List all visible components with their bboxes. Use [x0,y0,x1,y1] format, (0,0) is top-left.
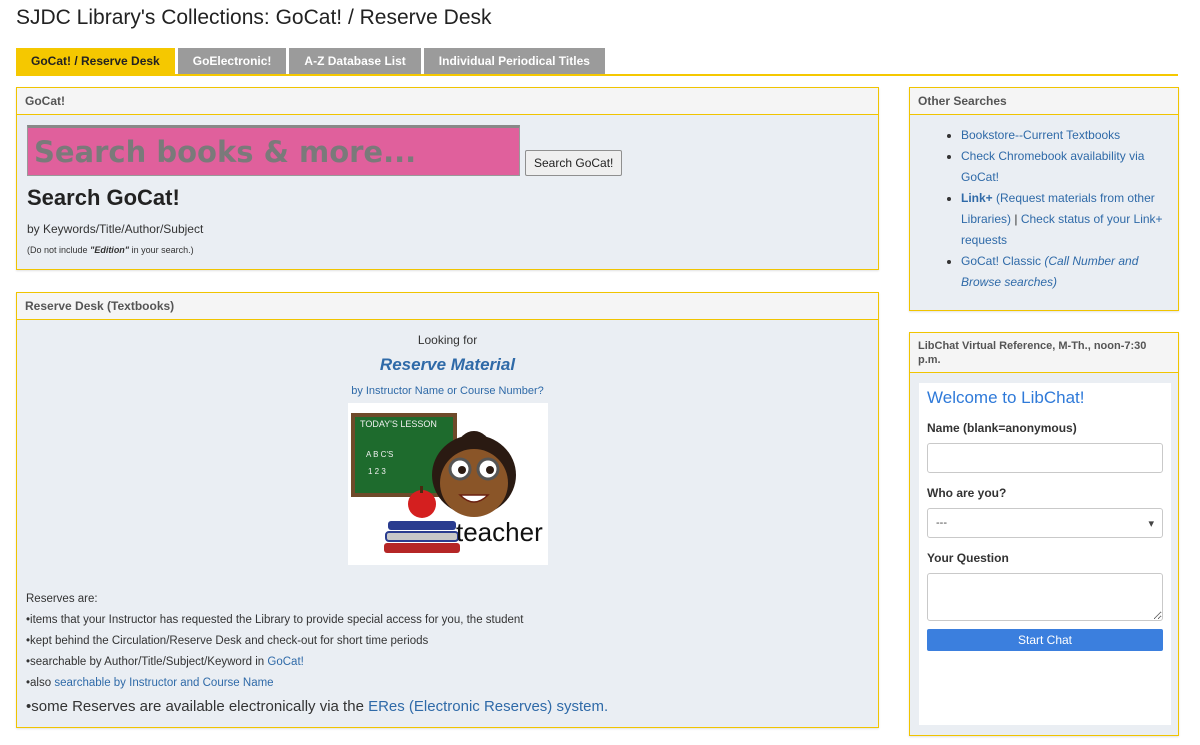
reserves-item-5-text: •some Reserves are available electronica… [26,698,369,715]
reserves-item-3-text: •searchable by Author/Title/Subject/Keyw… [26,656,268,668]
gocat-classic-label: GoCat! Classic [961,254,1045,268]
teacher-image[interactable]: TODAY'S LESSON A B C'S 1 2 3 teacher [348,403,548,565]
teacher-illustration: TODAY'S LESSON A B C'S 1 2 3 teacher [351,413,543,553]
tab-az-database-list[interactable]: A-Z Database List [289,48,421,74]
reserves-intro: Reserves are: [26,593,98,605]
gocat-note-prefix: (Do not include [27,245,91,255]
chalkboard-numbers-text: 1 2 3 [368,467,386,476]
gocat-note-bold: "Edition" [90,245,130,255]
reserves-item-1: •items that your Instructor has requeste… [26,614,524,626]
looking-for-text: Looking for [417,333,478,347]
gocat-subtext: by Keywords/Title/Author/Subject [27,222,204,236]
teacher-eye-right [486,466,494,474]
page-title: SJDC Library's Collections: GoCat! / Res… [16,6,492,29]
reserves-item-3: •searchable by Author/Title/Subject/Keyw… [26,652,608,673]
tab-bar: GoCat! / Reserve Desk GoElectronic! A-Z … [16,48,1178,76]
libchat-panel-title: LibChat Virtual Reference, M-Th., noon-7… [910,333,1178,373]
who-label: Who are you? [927,486,1007,500]
list-item: Check Chromebook availability via GoCat! [961,146,1166,188]
libchat-widget: Welcome to LibChat! Name (blank=anonymou… [919,383,1171,725]
reserve-material-link[interactable]: Reserve Material [17,355,878,375]
gocat-panel-title: GoCat! [17,88,878,115]
reserves-list: Reserves are: •items that your Instructo… [26,589,608,720]
reserve-desk-panel: Reserve Desk (Textbooks) Looking for Res… [16,292,879,728]
who-select[interactable]: --- ▾ [927,508,1163,538]
name-label: Name (blank=anonymous) [927,421,1077,435]
other-searches-list: Bookstore--Current Textbooks Check Chrom… [910,115,1178,293]
question-label: Your Question [927,551,1009,565]
gocat-search-input[interactable] [27,125,520,176]
separator: | [1011,212,1021,226]
tab-gocat-reserve-desk[interactable]: GoCat! / Reserve Desk [16,48,175,74]
libchat-panel: LibChat Virtual Reference, M-Th., noon-7… [909,332,1179,736]
question-field[interactable] [927,573,1163,621]
other-searches-panel: Other Searches Bookstore--Current Textbo… [909,87,1179,311]
teacher-word: teacher [456,517,543,547]
reserves-item-5: •some Reserves are available electronica… [26,694,608,720]
reserves-item-2: •kept behind the Circulation/Reserve Des… [26,635,429,647]
chalkboard-lesson-text: TODAY'S LESSON [360,419,437,429]
gocat-panel: GoCat! Search GoCat! Search GoCat! by Ke… [16,87,879,270]
tab-individual-periodical-titles[interactable]: Individual Periodical Titles [423,48,605,74]
reserves-item-4: •also searchable by Instructor and Cours… [26,673,608,694]
who-select-value: --- [936,517,947,529]
gocat-link[interactable]: GoCat! [267,656,303,668]
gocat-heading: Search GoCat! [27,185,180,210]
gocat-search-row: Search GoCat! [27,125,623,176]
book-1 [388,521,456,530]
libchat-welcome: Welcome to LibChat! [927,388,1085,407]
teacher-eye-left [458,466,466,474]
list-item: Bookstore--Current Textbooks [961,125,1166,146]
book-3 [384,543,460,553]
chalkboard-abc-text: A B C'S [366,450,393,459]
other-searches-title: Other Searches [910,88,1178,115]
linkplus-label: Link+ [961,191,993,205]
search-gocat-button[interactable]: Search GoCat! [525,150,623,176]
apple-stem [420,486,423,493]
teacher-face [440,449,508,517]
book-2 [385,531,459,542]
start-chat-button[interactable]: Start Chat [927,629,1163,651]
reserve-panel-title: Reserve Desk (Textbooks) [17,293,878,320]
bookstore-link[interactable]: Bookstore--Current Textbooks [961,128,1120,142]
chromebook-link[interactable]: Check Chromebook availability via GoCat! [961,149,1144,184]
search-by-instructor-link[interactable]: searchable by Instructor and Course Name [54,677,273,689]
gocat-classic-link[interactable]: GoCat! Classic (Call Number and Browse s… [961,254,1138,289]
chevron-down-icon: ▾ [1148,517,1154,530]
name-field[interactable] [927,443,1163,473]
list-item: GoCat! Classic (Call Number and Browse s… [961,251,1166,293]
gocat-note: (Do not include "Edition" in your search… [27,245,194,255]
gocat-note-suffix: in your search.) [129,245,194,255]
reserves-item-4-text: •also [26,677,55,689]
tab-goelectronic[interactable]: GoElectronic! [177,48,287,74]
by-instructor-link[interactable]: by Instructor Name or Course Number? [17,385,878,397]
eres-link[interactable]: ERes (Electronic Reserves) system. [368,698,608,715]
list-item: Link+ (Request materials from other Libr… [961,188,1166,251]
apple-icon [408,490,436,518]
